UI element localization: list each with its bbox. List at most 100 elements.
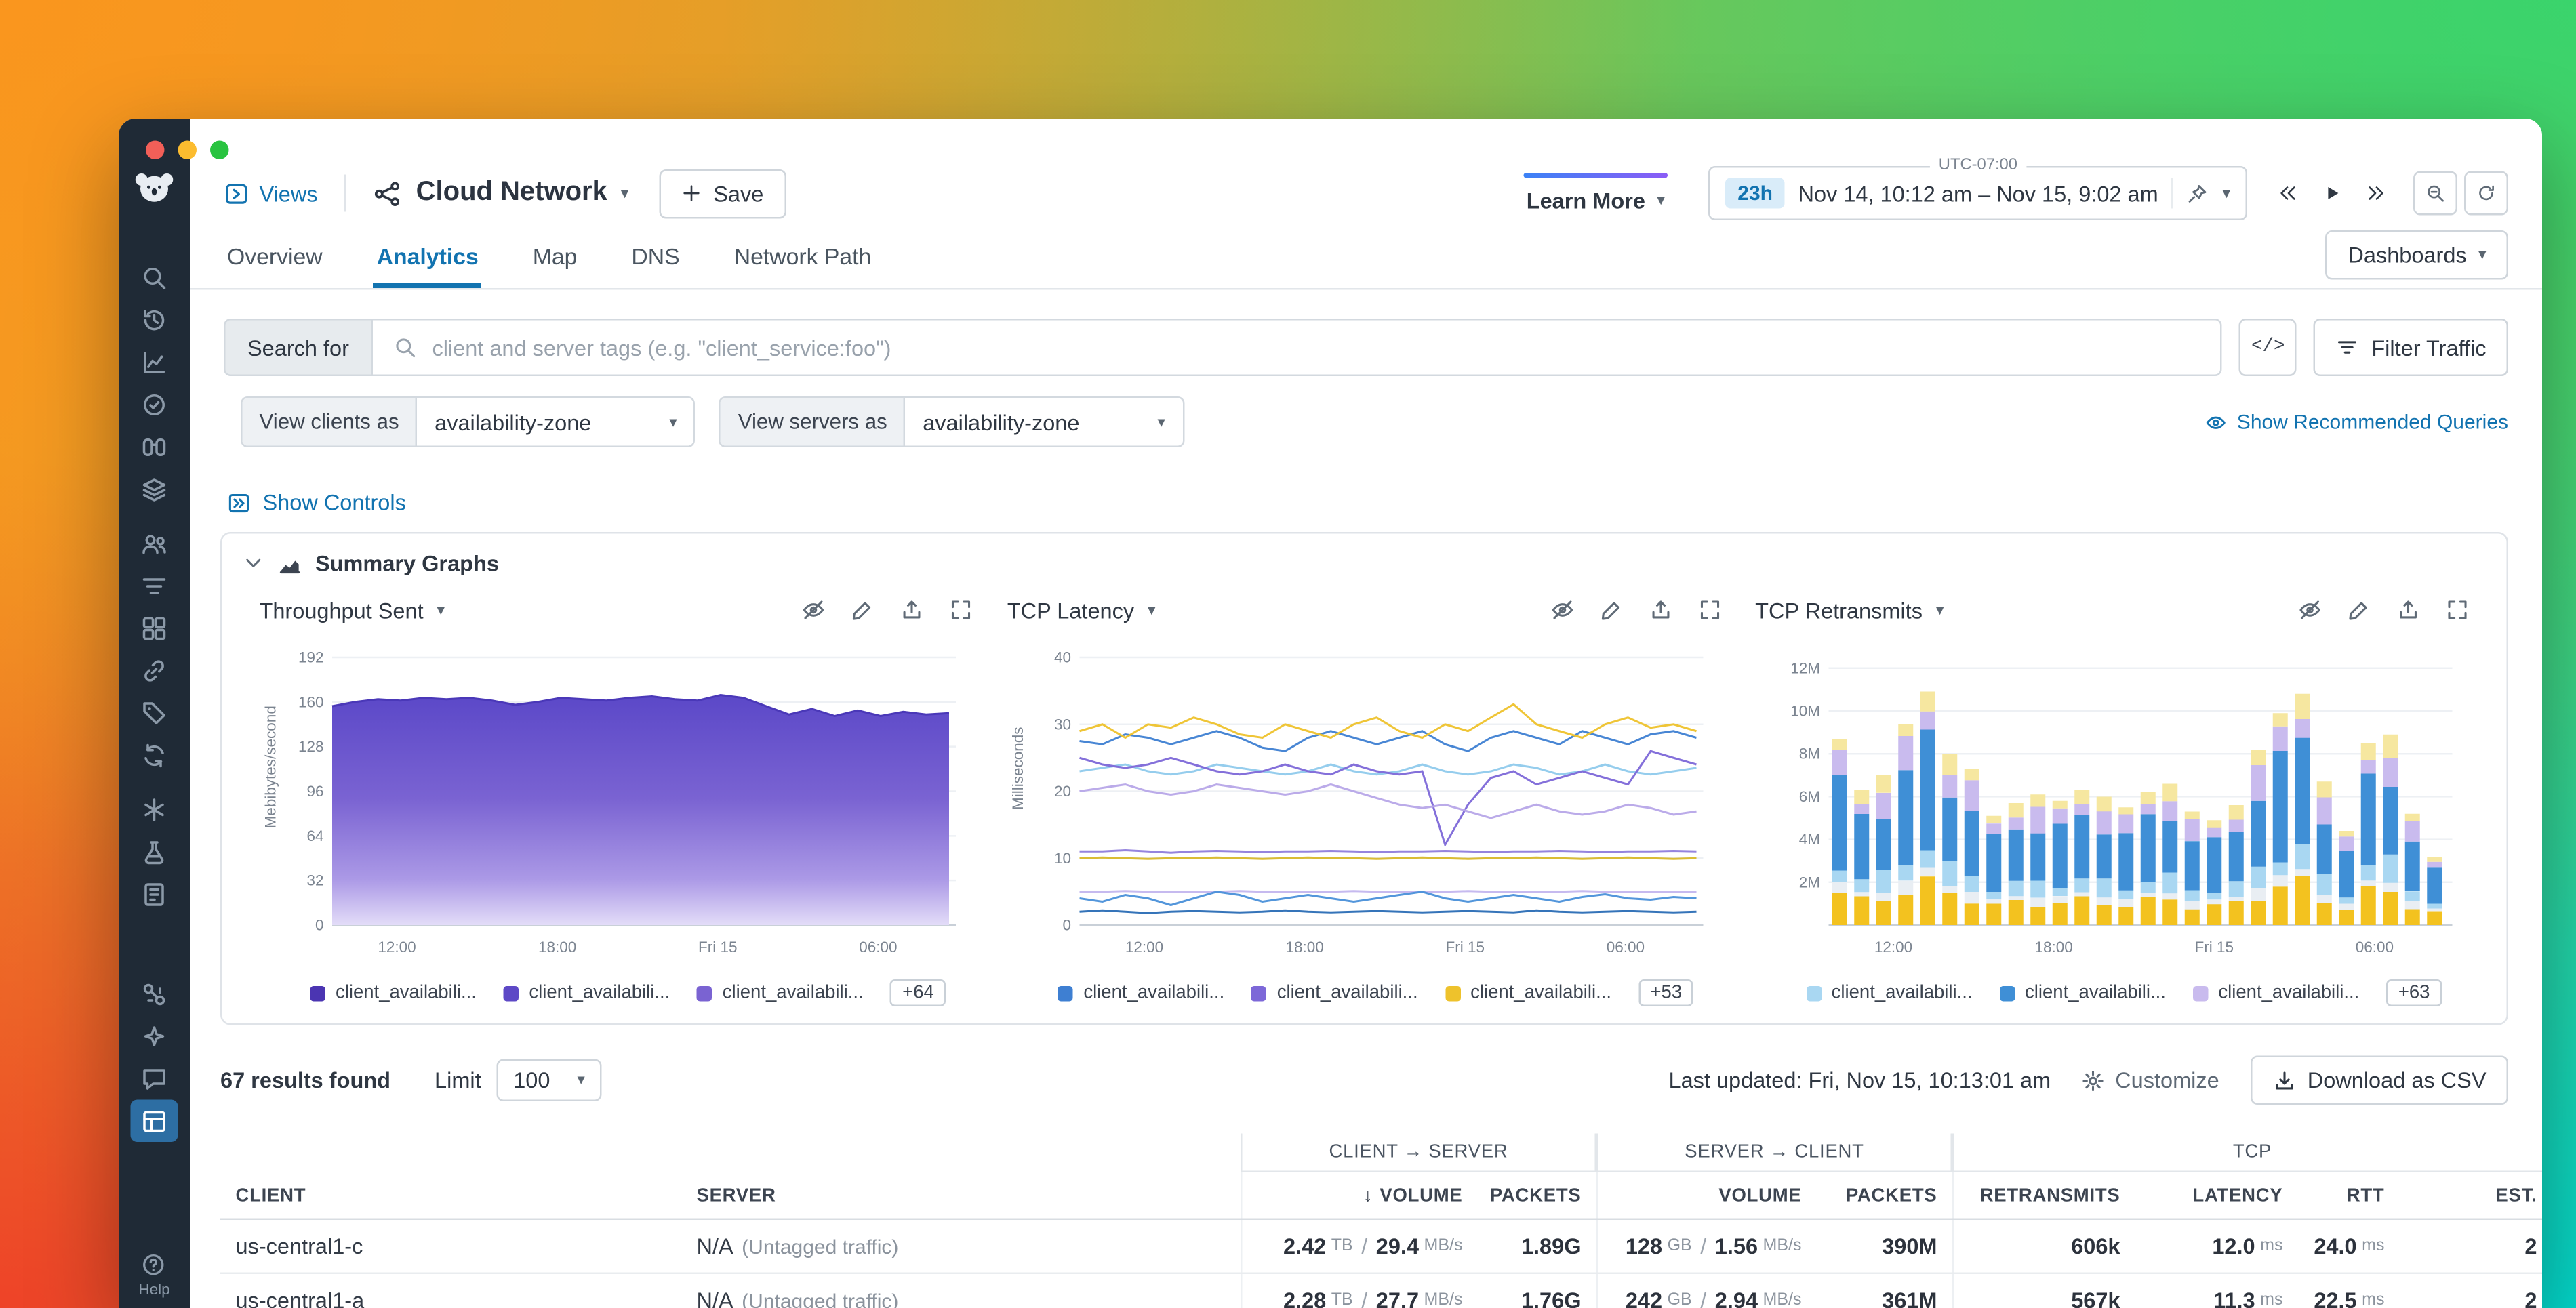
legend-item[interactable]: client_availabili...: [504, 983, 670, 1003]
hide-icon[interactable]: [1550, 598, 1574, 622]
step-forward-button[interactable]: [2356, 173, 2396, 213]
table-row[interactable]: us-central1-aN/A(Untagged traffic)2.28TB…: [220, 1274, 2542, 1308]
chevron-down-icon: ▾: [621, 186, 628, 201]
query-editor-button[interactable]: </>: [2239, 319, 2297, 376]
sidebar-item-network-add[interactable]: [131, 973, 178, 1015]
sidebar-item-labs[interactable]: [131, 830, 178, 873]
legend-item[interactable]: client_availabili...: [1445, 983, 1611, 1003]
export-icon[interactable]: [2396, 598, 2420, 622]
svg-text:0: 0: [315, 917, 324, 934]
cell-sc-packets: 361M: [1817, 1274, 1952, 1308]
view-clients-as-select[interactable]: View clients as availability-zone ▾: [241, 396, 696, 447]
sidebar-item-search[interactable]: [131, 256, 178, 299]
svg-text:06:00: 06:00: [2355, 939, 2393, 956]
sidebar-item-modules[interactable]: [131, 1100, 178, 1143]
sidebar-item-sync[interactable]: [131, 734, 178, 777]
sidebar-item-automation[interactable]: [131, 788, 178, 831]
legend-item[interactable]: client_availabili...: [1251, 983, 1417, 1003]
search-input[interactable]: client and server tags (e.g. "client_ser…: [371, 319, 2222, 376]
dashboards-button[interactable]: Dashboards ▾: [2326, 230, 2508, 280]
sidebar-item-monitoring[interactable]: [131, 383, 178, 426]
customize-button[interactable]: Customize: [2081, 1067, 2219, 1093]
column-header-est-[interactable]: EST.: [2400, 1172, 2542, 1219]
minimize-button[interactable]: [178, 141, 197, 160]
kentik-logo-icon[interactable]: [134, 169, 175, 216]
column-header-rtt[interactable]: RTT: [2298, 1172, 2400, 1219]
tab-map[interactable]: Map: [529, 230, 581, 288]
sidebar-item-filters[interactable]: [131, 565, 178, 607]
edit-icon[interactable]: [1599, 598, 1623, 622]
sidebar-item-analytics[interactable]: [131, 341, 178, 384]
chart-title-select[interactable]: TCP Retransmits: [1755, 597, 1923, 623]
sidebar-item-help[interactable]: Help: [138, 1252, 169, 1299]
sidebar-item-chat[interactable]: [131, 1057, 178, 1100]
hide-icon[interactable]: [802, 598, 826, 622]
pin-icon[interactable]: [2187, 182, 2209, 205]
limit-select[interactable]: 100 ▾: [496, 1059, 602, 1102]
help-label: Help: [138, 1281, 169, 1298]
sidebar-item-journal[interactable]: [131, 873, 178, 916]
chart-title-select[interactable]: TCP Latency: [1007, 597, 1134, 623]
maximize-button[interactable]: [210, 141, 229, 160]
sidebar-item-explore[interactable]: [131, 426, 178, 468]
tab-analytics[interactable]: Analytics: [374, 230, 482, 288]
column-header-packets[interactable]: PACKETS: [1478, 1172, 1596, 1219]
time-range-picker[interactable]: UTC-07:00 23h Nov 14, 10:12 am – Nov 15,…: [1709, 166, 2247, 220]
legend-item[interactable]: client_availabili...: [2193, 983, 2359, 1003]
view-title-dropdown[interactable]: Cloud Network ▾: [374, 178, 628, 209]
refresh-button[interactable]: [2464, 171, 2508, 216]
column-header-volume[interactable]: ↓VOLUME: [1241, 1172, 1478, 1219]
column-header-server[interactable]: SERVER: [681, 1172, 1241, 1219]
show-controls-link[interactable]: Show Controls: [227, 490, 2542, 516]
results-table: CLIENT → SERVERSERVER → CLIENTTCPCLIENTS…: [220, 1132, 2542, 1308]
legend-more-chip[interactable]: +53: [1638, 979, 1694, 1006]
sidebar-item-apps[interactable]: [131, 607, 178, 649]
column-header-retransmits[interactable]: RETRANSMITS: [1952, 1172, 2135, 1219]
column-header-volume[interactable]: VOLUME: [1596, 1172, 1817, 1219]
expand-icon[interactable]: [2445, 598, 2469, 622]
sidebar-item-history[interactable]: [131, 298, 178, 341]
expand-icon[interactable]: [950, 598, 973, 622]
zoom-out-button[interactable]: [2413, 171, 2457, 216]
hide-icon[interactable]: [2298, 598, 2322, 622]
legend-item[interactable]: client_availabili...: [1806, 983, 1972, 1003]
views-button[interactable]: Views: [224, 180, 318, 206]
legend-item[interactable]: client_availabili...: [2000, 983, 2166, 1003]
tab-overview[interactable]: Overview: [224, 230, 326, 288]
step-back-button[interactable]: [2268, 173, 2308, 213]
legend-more-chip[interactable]: +63: [2386, 979, 2442, 1006]
filter-traffic-button[interactable]: Filter Traffic: [2314, 319, 2508, 376]
collapse-chevron-icon[interactable]: [243, 552, 265, 575]
view-servers-as-label: View servers as: [721, 398, 906, 446]
edit-icon[interactable]: [2347, 598, 2371, 622]
export-icon[interactable]: [900, 598, 924, 622]
sidebar-item-library[interactable]: [131, 468, 178, 510]
save-button[interactable]: Save: [659, 169, 786, 218]
cell-cs-packets: 1.89G: [1478, 1220, 1596, 1273]
column-header-latency[interactable]: LATENCY: [2135, 1172, 2298, 1219]
play-button[interactable]: [2312, 173, 2352, 213]
legend-item[interactable]: client_availabili...: [697, 983, 863, 1003]
export-icon[interactable]: [1649, 598, 1672, 622]
table-row[interactable]: us-central1-cN/A(Untagged traffic)2.42TB…: [220, 1220, 2542, 1274]
legend-more-chip[interactable]: +64: [891, 979, 946, 1006]
show-recommended-queries-link[interactable]: Show Recommended Queries: [2205, 410, 2508, 434]
tab-dns[interactable]: DNS: [628, 230, 683, 288]
view-servers-as-select[interactable]: View servers as availability-zone ▾: [719, 396, 1184, 447]
download-csv-button[interactable]: Download as CSV: [2250, 1056, 2508, 1105]
legend-item[interactable]: client_availabili...: [1058, 983, 1224, 1003]
sidebar-item-tags[interactable]: [131, 691, 178, 734]
legend-item[interactable]: client_availabili...: [310, 983, 477, 1003]
learn-more-dropdown[interactable]: Learn More ▾: [1527, 173, 1665, 213]
close-button[interactable]: [146, 141, 165, 160]
edit-icon[interactable]: [851, 598, 875, 622]
column-header-packets[interactable]: PACKETS: [1817, 1172, 1952, 1219]
cell-cs-volume: 2.28TB/27.7MB/s: [1241, 1274, 1478, 1308]
expand-icon[interactable]: [1697, 598, 1721, 622]
chart-title-select[interactable]: Throughput Sent: [260, 597, 424, 623]
sidebar-item-assistant[interactable]: [131, 1015, 178, 1058]
tab-network-path[interactable]: Network Path: [731, 230, 875, 288]
sidebar-item-users[interactable]: [131, 522, 178, 565]
sidebar-item-integrations[interactable]: [131, 649, 178, 692]
column-header-client[interactable]: CLIENT: [220, 1172, 681, 1219]
